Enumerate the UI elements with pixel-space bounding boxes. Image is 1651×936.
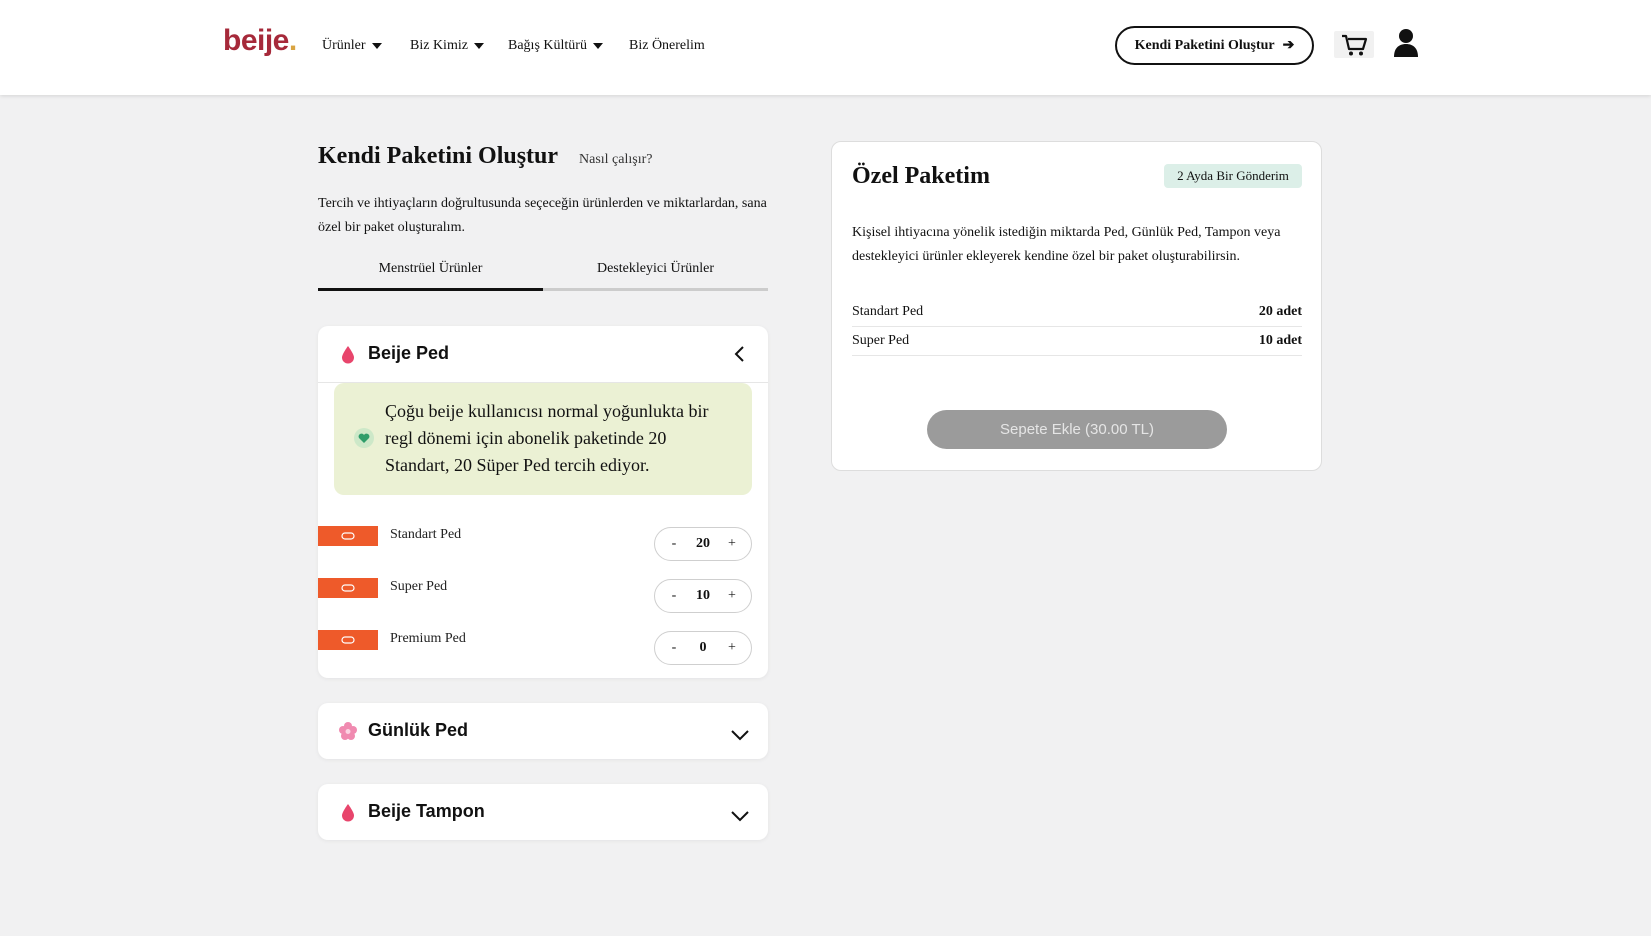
decrement-button[interactable]: - [667, 640, 681, 656]
summary-item-qty: 10 adet [1258, 333, 1302, 348]
category-card-beije-ped: Beije Ped Çoğu beije kullanıcısı normal … [318, 326, 768, 678]
logo-text: beije [223, 24, 289, 57]
how-it-works-link[interactable]: Nasıl çalışır? [579, 152, 652, 168]
category-header[interactable]: Beije Tampon [318, 784, 768, 840]
caret-down-icon [473, 43, 484, 49]
quantity-stepper: - 10 + [654, 579, 752, 613]
chevron-down-icon[interactable] [730, 806, 750, 826]
drop-icon [342, 346, 354, 364]
category-title: Günlük Ped [368, 720, 469, 740]
product-label: Premium Ped [390, 631, 466, 646]
nav-label: Ürünler [322, 38, 366, 53]
quantity-stepper: - 20 + [654, 527, 752, 561]
quantity-value[interactable]: 10 [688, 588, 718, 604]
logo-dot: . [288, 24, 297, 57]
summary-item-row: Super Ped 10 adet [852, 328, 1302, 356]
frequency-badge: 2 Ayda Bir Gönderim [1164, 164, 1302, 188]
product-row-super-ped: Super Ped - 10 + [318, 578, 768, 614]
category-card-beije-tampon: Beije Tampon [318, 784, 768, 840]
increment-button[interactable]: + [725, 588, 739, 604]
product-row-standart-ped: Standart Ped - 20 + [318, 526, 768, 562]
decrement-button[interactable]: - [667, 588, 681, 604]
product-label: Super Ped [390, 579, 448, 594]
summary-item-name: Standart Ped [852, 304, 924, 319]
beije-logo[interactable]: beije. [223, 24, 297, 58]
pad-icon [318, 630, 378, 650]
tip-text: Çoğu beije kullanıcısı normal yoğunlukta… [385, 401, 709, 475]
quantity-stepper: - 0 + [654, 631, 752, 665]
nav-label: Biz Önerelim [629, 38, 705, 53]
build-package-button[interactable]: Kendi Paketini Oluştur ➔ [1115, 26, 1314, 65]
summary-item-row: Standart Ped 20 adet [852, 299, 1302, 327]
drop-icon [342, 804, 354, 822]
pad-icon [318, 578, 378, 598]
add-to-cart-button[interactable]: Sepete Ekle (30.00 TL) [927, 410, 1227, 449]
decrement-button[interactable]: - [667, 536, 681, 552]
nav-item-about[interactable]: Biz Kimiz [410, 38, 484, 54]
increment-button[interactable]: + [725, 640, 739, 656]
cta-label: Kendi Paketini Oluştur [1134, 37, 1275, 53]
top-navbar: beije. Ürünler Biz Kimiz Bağış Kültürü B… [0, 0, 1651, 95]
summary-title: Özel Paketim [852, 163, 990, 189]
heart-icon [354, 428, 374, 448]
category-title: Beije Tampon [368, 801, 485, 821]
flower-icon [339, 722, 357, 740]
nav-item-recommend[interactable]: Biz Önerelim [629, 38, 705, 54]
caret-down-icon [592, 43, 603, 49]
category-header[interactable]: Beije Ped [318, 326, 768, 382]
nav-label: Bağış Kültürü [508, 38, 587, 53]
category-header[interactable]: Günlük Ped [318, 703, 768, 759]
nav-item-products[interactable]: Ürünler [322, 38, 382, 54]
product-row-premium-ped: Premium Ped - 0 + [318, 630, 768, 666]
user-account-icon[interactable] [1393, 28, 1419, 58]
nav-item-donation[interactable]: Bağış Kültürü [508, 38, 603, 54]
intro-text: Tercih ve ihtiyaçların doğrultusunda seç… [318, 196, 767, 235]
quantity-value[interactable]: 20 [688, 536, 718, 552]
summary-item-name: Super Ped [852, 333, 910, 348]
quantity-value[interactable]: 0 [688, 640, 718, 656]
summary-item-qty: 20 adet [1258, 304, 1302, 319]
cart-icon[interactable] [1334, 31, 1374, 58]
tab-menstrual-products[interactable]: Menstrüel Ürünler [318, 258, 543, 291]
caret-down-icon [371, 43, 382, 49]
category-card-gunluk-ped: Günlük Ped [318, 703, 768, 759]
summary-description: Kişisel ihtiyacına yönelik istediğin mik… [852, 225, 1281, 264]
chevron-down-icon[interactable] [730, 725, 750, 745]
package-summary-card: Özel Paketim 2 Ayda Bir Gönderim Kişisel… [831, 141, 1322, 471]
product-tabs: Menstrüel Ürünler Destekleyici Ürünler [318, 258, 768, 291]
chevron-left-icon[interactable] [730, 344, 750, 364]
nav-label: Biz Kimiz [410, 38, 468, 53]
increment-button[interactable]: + [725, 536, 739, 552]
arrow-right-icon: ➔ [1282, 38, 1295, 53]
pad-icon [318, 526, 378, 546]
category-title: Beije Ped [368, 343, 450, 363]
page-title: Kendi Paketini Oluştur [318, 143, 559, 169]
tab-supportive-products[interactable]: Destekleyici Ürünler [543, 258, 768, 291]
product-label: Standart Ped [390, 527, 462, 542]
recommendation-tip: Çoğu beije kullanıcısı normal yoğunlukta… [334, 383, 752, 495]
